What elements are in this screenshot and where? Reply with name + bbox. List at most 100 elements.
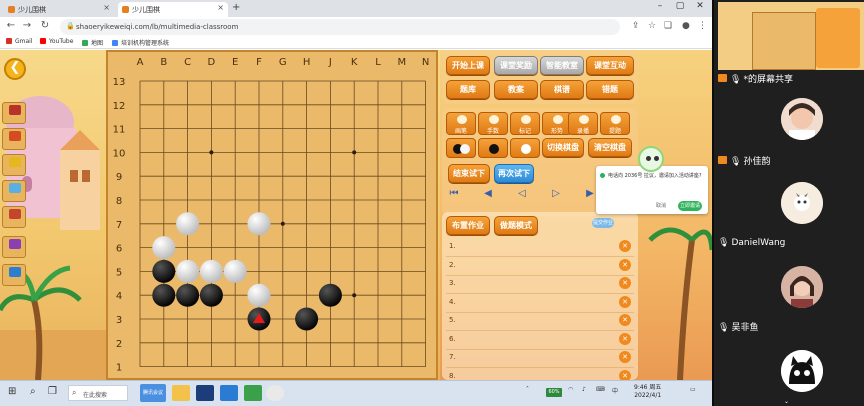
more-participants-icon[interactable]: ⌄ [784,398,789,405]
side-tool-5[interactable] [2,206,26,228]
side-tool-7[interactable] [2,264,26,286]
delete-icon[interactable]: ✕ [619,351,631,363]
close-icon[interactable]: × [103,3,110,12]
homework-row[interactable]: 8. ✕ [446,366,634,380]
black-stone-button[interactable] [478,138,508,158]
maximize-icon[interactable]: ▢ [670,1,690,11]
chrome-icon[interactable] [266,385,284,401]
tray-up-icon[interactable]: ˄ [526,386,529,393]
delete-icon[interactable]: ✕ [619,295,631,308]
first-move-icon[interactable]: ⏮ [448,188,460,200]
delete-icon[interactable]: ✕ [619,314,631,326]
step-forward-icon[interactable]: ▷ [550,188,562,200]
taskbar-active-app[interactable]: 腾讯会议 [140,384,166,402]
class-interaction-button[interactable]: 课堂互动 [586,56,634,75]
windows-start-icon[interactable]: ⊞ [8,386,16,397]
app-icon[interactable] [220,385,238,401]
avatar[interactable] [781,350,823,392]
black-stone[interactable] [295,307,319,331]
black-stone[interactable] [199,283,223,307]
next-move-icon[interactable]: ▶ [584,188,596,200]
task-view-icon[interactable]: ❐ [48,386,57,397]
bookmark-maps[interactable]: 地图 [82,38,103,47]
start-class-button[interactable]: 开始上课 [446,56,490,75]
volume-icon[interactable]: ♪ [582,386,586,393]
record-button[interactable]: 录播 [568,112,598,135]
side-tool-4[interactable] [2,180,26,202]
bookmark-training[interactable]: 培训机构管理系统 [112,38,169,47]
black-stone[interactable] [152,259,176,283]
black-stone[interactable] [318,283,342,307]
delete-icon[interactable]: ✕ [619,332,631,345]
black-stone[interactable] [176,283,200,307]
go-board-canvas[interactable]: A B C D E F G H J K L M N 13 12 11 10 9 8 7 6 5 4 3 2 1 [108,52,436,378]
prev-move-icon[interactable]: ◀ [482,188,494,200]
taskbar-search-input[interactable]: ⌕ 在此搜索 [68,385,128,401]
file-explorer-icon[interactable] [172,385,190,401]
battery-indicator[interactable]: 60% [546,388,562,397]
white-stone[interactable] [199,259,223,283]
delete-icon[interactable]: ✕ [619,277,631,289]
mark-tool-button[interactable]: 标记 [510,112,540,135]
menu-icon[interactable]: ⋮ [698,21,707,31]
white-stone[interactable] [176,259,200,283]
avatar[interactable] [781,98,823,140]
screen-share-thumbnail[interactable] [718,2,864,70]
bookmark-youtube[interactable]: YouTube [40,38,73,45]
switch-board-button[interactable]: 切换棋盘 [542,138,584,157]
bookmark-gmail[interactable]: Gmail [6,38,33,45]
game-record-button[interactable]: 棋谱 [540,80,584,99]
bookmark-star-icon[interactable]: ☆ [648,21,656,31]
extensions-icon[interactable]: ❏ [664,21,672,31]
side-tool-3[interactable] [2,154,26,176]
assign-homework-button[interactable]: 布置作业 [446,216,490,235]
minimize-icon[interactable]: – [650,1,670,11]
new-tab-icon[interactable]: + [232,2,240,13]
photoshop-icon[interactable] [196,385,214,401]
white-stone-button[interactable] [510,138,540,158]
popup-cancel-button[interactable]: 取消 [656,202,666,209]
close-icon[interactable]: × [217,3,224,12]
tab-1[interactable]: 少儿围棋 × [4,2,114,17]
black-stone[interactable] [152,283,176,307]
alternate-stone-button[interactable] [446,138,476,158]
profile-icon[interactable]: ● [682,21,690,31]
white-stone[interactable] [223,259,247,283]
close-window-icon[interactable]: ✕ [690,1,710,11]
reload-icon[interactable]: ↻ [38,20,52,31]
search-icon[interactable]: ⌕ [30,386,36,397]
class-reward-button[interactable]: 课堂奖励 [494,56,538,75]
notification-icon[interactable]: ▭ [690,386,696,393]
delete-icon[interactable]: ✕ [619,369,631,380]
share-icon[interactable]: ⇪ [632,21,640,31]
retry-trial-button[interactable]: 再次试下 [494,164,534,183]
submit-homework-tag[interactable]: 提交作业 [592,218,614,228]
step-back-icon[interactable]: ◁ [516,188,528,200]
white-stone[interactable] [176,212,200,236]
exercise-mode-button[interactable]: 做题模式 [494,216,538,235]
app-icon[interactable] [244,385,262,401]
wifi-icon[interactable]: ◠ [568,386,573,393]
popup-confirm-button[interactable]: 立即邀请 [678,201,702,211]
back-icon[interactable]: ← [4,20,18,31]
system-clock[interactable]: 9:46 周五 2022/4/1 [634,384,661,400]
delete-icon[interactable]: ✕ [619,240,631,252]
side-tool-1[interactable] [2,102,26,124]
keyboard-icon[interactable]: ⌨ [596,386,605,393]
white-stone[interactable] [247,283,271,307]
back-arrow-icon[interactable]: ❮ [4,58,26,80]
delete-icon[interactable]: ✕ [619,258,631,271]
question-bank-button[interactable]: 题库 [446,80,490,99]
white-stone[interactable] [152,236,176,260]
go-board[interactable]: A B C D E F G H J K L M N 13 12 11 10 9 8 7 6 5 4 3 2 1 [106,50,438,380]
clear-board-button[interactable]: 清空棋盘 [588,138,632,157]
forward-icon[interactable]: → [20,20,34,31]
white-stone[interactable] [247,212,271,236]
side-tool-6[interactable] [2,236,26,258]
ime-icon[interactable]: 中 [612,386,618,395]
assistant-robot-icon[interactable] [638,146,664,172]
lesson-plan-button[interactable]: 教案 [494,80,538,99]
avatar[interactable] [781,182,823,224]
wrong-questions-button[interactable]: 错题 [586,80,634,99]
smart-classroom-button[interactable]: 智能教室 [540,56,584,75]
